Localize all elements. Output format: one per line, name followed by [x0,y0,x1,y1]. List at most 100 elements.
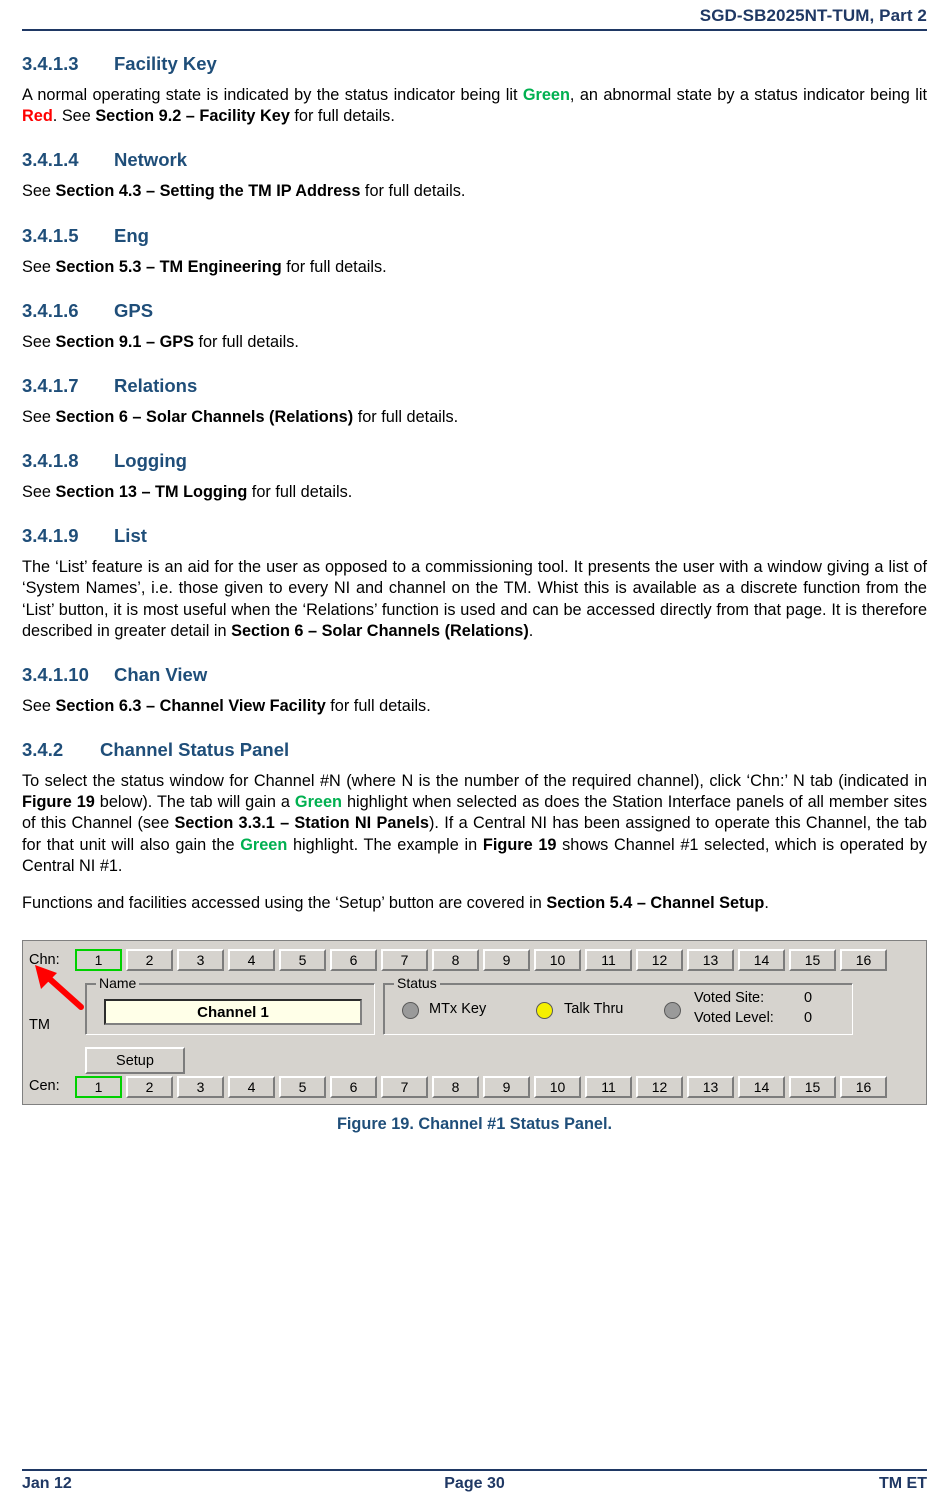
heading-3-4-1-3: 3.4.1.3 Facility Key [22,53,927,75]
text-run: To select the status window for Channel … [22,772,927,791]
text-run: for full details. [281,257,387,276]
text-run: , an abnormal state by a status indicato… [569,86,928,104]
heading-number: 3.4.2 [22,739,64,761]
cross-reference: Section 3.3.1 – Station NI Panels [174,814,429,833]
heading-title: Channel Status Panel [100,739,290,761]
heading-title: Network [114,149,187,171]
chn-tab-7[interactable]: 7 [381,949,428,972]
cen-tab-14[interactable]: 14 [738,1076,785,1099]
chn-tab-8[interactable]: 8 [432,949,479,972]
heading-3-4-2: 3.4.2 Channel Status Panel [22,739,927,761]
paragraph-3-4-1-9: The ‘List’ feature is an aid for the use… [22,557,927,642]
figure-caption: Figure 19. Channel #1 Status Panel. [336,1115,613,1134]
cen-tab-10[interactable]: 10 [534,1076,581,1099]
paragraph-3-4-1-5: See Section 5.3 – TM Engineering for ful… [22,257,927,278]
heading-number: 3.4.1.7 [22,374,79,396]
red-arrow-annotation [35,965,84,1011]
heading-title: Chan View [114,663,208,685]
cen-tab-5[interactable]: 5 [279,1076,326,1099]
chn-tab-9[interactable]: 9 [483,949,530,972]
heading-3-4-1-10: 3.4.1.10 Chan View [22,664,927,686]
heading-title: Logging [114,450,187,472]
cen-row-label: Cen: [29,1078,60,1095]
chn-tab-4[interactable]: 4 [228,949,275,972]
status-group-box: Status MTx Key Talk Thru Voted Site: 0 V… [383,975,853,1036]
voted-level-label: Voted Level: [694,1010,774,1027]
cen-tab-12[interactable]: 12 [636,1076,683,1099]
text-run: highlight. The example in [287,835,483,854]
chn-tab-2[interactable]: 2 [126,949,173,972]
text-green-state: Green [240,835,288,854]
voted-led-icon [664,1002,681,1020]
heading-number: 3.4.1.8 [22,450,79,472]
paragraph-3-4-2-2: Functions and facilities accessed using … [22,893,927,914]
text-red-state: Red [22,107,53,126]
paragraph-3-4-1-8: See Section 13 – TM Logging for full det… [22,482,927,503]
header-divider [22,29,927,31]
cross-reference: Section 4.3 – Setting the TM IP Address [55,182,361,201]
heading-number: 3.4.1.6 [22,299,79,321]
text-run: Functions and facilities accessed using … [22,893,547,912]
cen-tab-13[interactable]: 13 [687,1076,734,1099]
footer-divider [22,1469,927,1471]
heading-3-4-1-7: 3.4.1.7 Relations [22,375,927,397]
chn-tab-16[interactable]: 16 [840,949,887,972]
chn-tab-3[interactable]: 3 [177,949,224,972]
heading-title: Eng [114,224,149,246]
heading-title: Relations [114,374,198,396]
footer-doc-code: TM ET [879,1475,927,1492]
text-green-state: Green [294,793,342,812]
text-run: A normal operating state is indicated by… [22,86,523,104]
channel-name-input[interactable]: Channel 1 [104,999,362,1026]
cross-reference: Section 9.1 – GPS [55,332,194,351]
chn-tab-5[interactable]: 5 [279,949,326,972]
chn-tab-12[interactable]: 12 [636,949,683,972]
text-run: See [22,696,56,715]
chn-tab-11[interactable]: 11 [585,949,632,972]
chn-tab-14[interactable]: 14 [738,949,785,972]
talk-thru-led-icon [536,1002,553,1020]
heading-number: 3.4.1.5 [22,224,79,246]
heading-3-4-1-9: 3.4.1.9 List [22,525,927,547]
voted-site-value: 0 [804,990,813,1007]
cen-tab-6[interactable]: 6 [330,1076,377,1099]
cen-tab-8[interactable]: 8 [432,1076,479,1099]
cen-tab-7[interactable]: 7 [381,1076,428,1099]
paragraph-3-4-1-7: See Section 6 – Solar Channels (Relation… [22,407,927,428]
status-group-title: Status [394,975,440,992]
paragraph-3-4-1-6: See Section 9.1 – GPS for full details. [22,332,927,353]
cen-tab-1[interactable]: 1 [75,1076,122,1099]
text-run: See [22,332,56,351]
text-run: for full details. [360,182,466,201]
text-run: for full details. [193,332,299,351]
chn-tab-6[interactable]: 6 [330,949,377,972]
paragraph-3-4-1-4: See Section 4.3 – Setting the TM IP Addr… [22,181,927,202]
paragraph-3-4-1-10: See Section 6.3 – Channel View Facility … [22,696,927,717]
document-page: SGD-SB2025NT-TUM, Part 2 3.4.1.3 Facilit… [0,0,949,1511]
heading-3-4-1-4: 3.4.1.4 Network [22,149,927,171]
text-run: . [764,893,769,912]
text-run: for full details. [325,696,431,715]
heading-3-4-1-5: 3.4.1.5 Eng [22,225,927,247]
tm-row-label: TM [29,1017,50,1034]
cen-tab-11[interactable]: 11 [585,1076,632,1099]
cen-tab-2[interactable]: 2 [126,1076,173,1099]
cen-tab-15[interactable]: 15 [789,1076,836,1099]
figure-reference: Figure 19 [482,835,557,854]
chn-tab-10[interactable]: 10 [534,949,581,972]
heading-title: GPS [114,299,154,321]
text-run: . See [52,107,96,126]
setup-button[interactable]: Setup [85,1047,185,1075]
cen-tab-16[interactable]: 16 [840,1076,887,1099]
chn-tab-13[interactable]: 13 [687,949,734,972]
cen-tab-3[interactable]: 3 [177,1076,224,1099]
channel-tab-row[interactable]: 1 2 3 4 5 6 7 8 9 10 11 12 13 14 15 16 [75,949,887,972]
text-run: See [22,257,56,276]
chn-tab-15[interactable]: 15 [789,949,836,972]
heading-number: 3.4.1.4 [22,149,79,171]
central-tab-row[interactable]: 1 2 3 4 5 6 7 8 9 10 11 12 13 14 15 16 [75,1076,887,1099]
voted-level-value: 0 [804,1010,813,1027]
cross-reference: Section 5.4 – Channel Setup [546,893,765,912]
cen-tab-9[interactable]: 9 [483,1076,530,1099]
cen-tab-4[interactable]: 4 [228,1076,275,1099]
